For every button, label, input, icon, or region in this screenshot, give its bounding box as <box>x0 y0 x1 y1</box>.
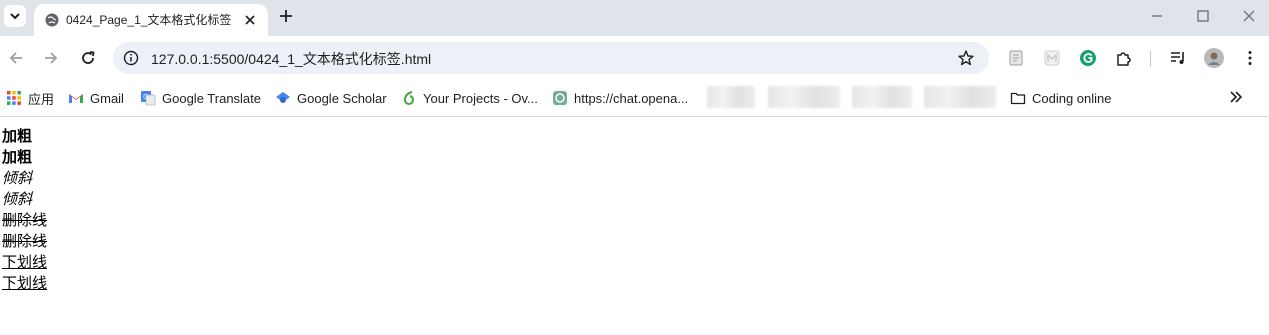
double-chevron-right-icon[interactable] <box>1227 88 1245 106</box>
strikethrough-text: 删除线 <box>2 211 48 229</box>
tab-strip: 0424_Page_1_文本格式化标签 <box>0 0 1269 36</box>
svg-text:G: G <box>143 93 148 101</box>
bookmark-label: Gmail <box>90 90 124 106</box>
blurred-bookmark[interactable] <box>707 86 755 108</box>
bookmark-openai[interactable]: https://chat.opena... <box>552 88 688 108</box>
new-tab-icon[interactable] <box>276 6 296 26</box>
underline-text: 下划线 <box>2 253 48 271</box>
google-translate-icon: G <box>141 91 156 106</box>
close-icon[interactable] <box>242 12 258 28</box>
strikethrough-text: 删除线 <box>2 232 48 250</box>
bookmark-star-icon[interactable] <box>957 49 975 67</box>
italic-text: 倾斜 <box>2 169 33 187</box>
window-close-icon[interactable] <box>1241 8 1257 24</box>
extensions-puzzle-icon[interactable] <box>1115 49 1133 67</box>
overleaf-icon <box>403 91 415 105</box>
bookmark-label: https://chat.opena... <box>574 90 689 106</box>
document-extension-icon[interactable] <box>1007 49 1025 67</box>
bookmark-google-translate[interactable]: G Google Translate <box>140 88 261 108</box>
forward-arrow-icon[interactable] <box>41 48 61 68</box>
media-queue-icon[interactable] <box>1169 49 1187 67</box>
page-content: 加粗 加粗 倾斜 倾斜 删除线 删除线 下划线 下划线 <box>2 126 47 294</box>
gmail-icon <box>69 94 83 103</box>
bookmark-label: Coding online <box>1032 90 1112 106</box>
bookmark-google-scholar[interactable]: Google Scholar <box>275 88 387 108</box>
maximize-icon[interactable] <box>1195 8 1211 24</box>
globe-icon <box>45 13 59 27</box>
italic-text: 倾斜 <box>2 190 33 208</box>
back-arrow-icon[interactable] <box>6 48 26 68</box>
bold-text: 加粗 <box>2 148 33 166</box>
profile-avatar[interactable] <box>1204 48 1224 68</box>
bookmark-overleaf[interactable]: Your Projects - Ov... <box>401 88 538 108</box>
mendeley-extension-icon[interactable] <box>1043 49 1061 67</box>
bookmark-apps[interactable]: 应用 <box>6 88 54 108</box>
bookmark-gmail[interactable]: Gmail <box>68 88 124 108</box>
address-bar[interactable]: 127.0.0.1:5500/0424_1_文本格式化标签.html <box>113 42 989 74</box>
blurred-bookmark[interactable] <box>924 86 996 108</box>
more-vert-icon[interactable] <box>1241 49 1259 67</box>
minimize-icon[interactable] <box>1149 8 1165 24</box>
tab-search-button[interactable] <box>4 5 26 27</box>
google-scholar-icon <box>276 92 290 103</box>
apps-grid-icon <box>7 91 21 105</box>
toolbar-divider <box>1150 51 1151 67</box>
folder-icon <box>1010 92 1026 105</box>
toolbar: 127.0.0.1:5500/0424_1_文本格式化标签.html <box>0 36 1269 80</box>
url-text[interactable]: 127.0.0.1:5500/0424_1_文本格式化标签.html <box>151 49 431 69</box>
bold-text: 加粗 <box>2 127 33 145</box>
grammarly-icon[interactable] <box>1079 49 1097 67</box>
underline-text: 下划线 <box>2 274 48 292</box>
bookmark-label: Google Scholar <box>297 90 387 106</box>
bookmark-coding-online[interactable]: Coding online <box>1010 88 1112 108</box>
blurred-bookmark[interactable] <box>852 86 912 108</box>
blurred-bookmark[interactable] <box>768 86 840 108</box>
openai-icon <box>553 91 567 105</box>
chevron-down-icon <box>10 13 20 20</box>
tab-title: 0424_Page_1_文本格式化标签 <box>66 13 232 27</box>
site-info-icon[interactable] <box>123 50 139 66</box>
bookmark-label: Your Projects - Ov... <box>423 90 538 106</box>
bookmark-label: Google Translate <box>162 90 262 106</box>
bookmark-label: 应用 <box>28 91 55 107</box>
active-tab[interactable]: 0424_Page_1_文本格式化标签 <box>34 4 268 36</box>
reload-icon[interactable] <box>78 48 98 68</box>
